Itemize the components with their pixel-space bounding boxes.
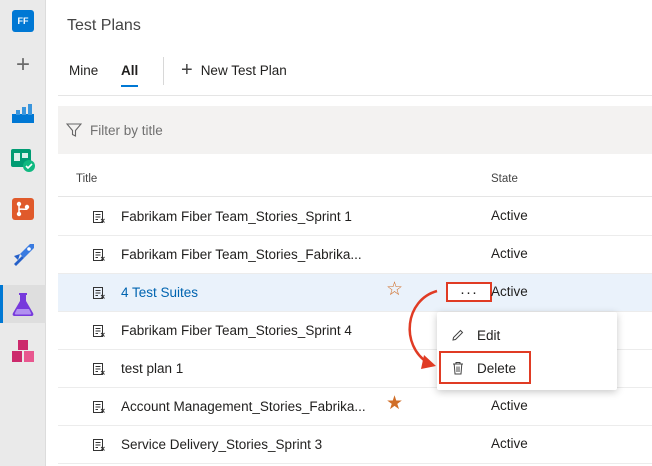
column-header-state[interactable]: State xyxy=(491,173,518,185)
navigation-rail: FF + xyxy=(0,0,46,466)
row-title[interactable]: 4 Test Suites xyxy=(121,285,198,300)
table-row[interactable]: Service Delivery_Stories_Sprint 3 Active xyxy=(58,426,652,464)
new-test-plan-button[interactable]: + New Test Plan xyxy=(181,60,287,80)
boards-icon xyxy=(11,149,35,172)
pipelines-nav[interactable] xyxy=(0,236,46,274)
test-plan-icon xyxy=(93,439,105,451)
repos-icon xyxy=(12,198,34,220)
table-row[interactable]: Fabrikam Fiber Team_Stories_Sprint 1 Acti… xyxy=(58,198,652,236)
menu-item-edit[interactable]: Edit xyxy=(437,320,617,350)
test-plan-icon xyxy=(93,325,105,337)
toolbar-divider xyxy=(163,57,164,85)
column-header-title[interactable]: Title xyxy=(76,173,97,185)
org-badge: FF xyxy=(12,10,34,32)
tab-mine[interactable]: Mine xyxy=(69,63,98,78)
row-title[interactable]: Fabrikam Fiber Team_Stories_Sprint 4 xyxy=(121,323,352,338)
table-row[interactable]: Account Management_Stories_Fabrika... ★ Ac… xyxy=(58,388,652,426)
row-title[interactable]: Account Management_Stories_Fabrika... xyxy=(121,399,366,414)
test-plans-nav[interactable] xyxy=(0,285,46,323)
org-button[interactable]: FF xyxy=(0,2,46,40)
test-plan-icon xyxy=(93,249,105,261)
pencil-icon xyxy=(452,329,464,341)
row-state: Active xyxy=(491,284,528,299)
test-plan-icon xyxy=(93,287,105,299)
row-title[interactable]: test plan 1 xyxy=(121,361,183,376)
filter-bar xyxy=(58,106,652,154)
favorite-star-filled-icon[interactable]: ★ xyxy=(386,394,403,413)
row-state: Active xyxy=(491,208,528,223)
more-actions-button[interactable]: ··· xyxy=(446,282,492,302)
row-state: Active xyxy=(491,398,528,413)
main-content: Test Plans Mine All + New Test Plan Titl… xyxy=(47,0,652,466)
row-title[interactable]: Fabrikam Fiber Team_Stories_Sprint 1 xyxy=(121,209,352,224)
page-title: Test Plans xyxy=(67,17,141,34)
table-row[interactable]: Fabrikam Fiber Team_Stories_Fabrika... Ac… xyxy=(58,236,652,274)
row-title[interactable]: Service Delivery_Stories_Sprint 3 xyxy=(121,437,322,452)
menu-item-edit-label: Edit xyxy=(477,327,501,343)
favorite-star-icon[interactable]: ☆ xyxy=(386,280,403,299)
row-state: Active xyxy=(491,436,528,451)
header-divider xyxy=(58,95,652,96)
overview-icon xyxy=(12,104,34,123)
add-button[interactable]: + xyxy=(0,46,46,84)
artifacts-nav[interactable] xyxy=(0,333,46,371)
artifacts-icon xyxy=(12,340,34,362)
repos-nav[interactable] xyxy=(0,190,46,228)
row-title[interactable]: Fabrikam Fiber Team_Stories_Fabrika... xyxy=(121,247,362,262)
new-test-plan-label: New Test Plan xyxy=(200,62,287,78)
pipelines-icon xyxy=(14,244,34,266)
plus-icon: + xyxy=(181,59,193,81)
add-icon: + xyxy=(15,51,30,78)
column-header-divider xyxy=(58,196,652,197)
test-plans-icon xyxy=(12,293,34,316)
boards-nav[interactable] xyxy=(0,141,46,179)
filter-input[interactable] xyxy=(90,122,390,138)
delete-annotation-box xyxy=(439,351,531,384)
overview-nav[interactable] xyxy=(0,94,46,132)
filter-icon xyxy=(66,123,82,137)
test-plan-icon xyxy=(93,401,105,413)
table-row[interactable]: 4 Test Suites ☆ ··· Active xyxy=(58,274,652,312)
tab-all[interactable]: All xyxy=(121,63,139,87)
row-state: Active xyxy=(491,246,528,261)
test-plan-icon xyxy=(93,363,105,375)
test-plan-icon xyxy=(93,211,105,223)
